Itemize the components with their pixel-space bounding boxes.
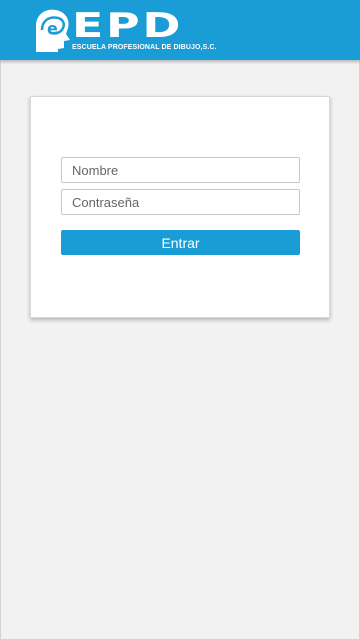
brand-tagline: ESCUELA PROFESIONAL DE DIBUJO,S.C. [72,44,217,51]
login-card: Entrar [30,96,330,318]
brand-name: EPD [72,6,184,46]
login-button[interactable]: Entrar [61,230,300,255]
app-header: e EPD ESCUELA PROFESIONAL DE DIBUJO,S.C. [0,0,360,60]
svg-text:e: e [47,19,58,38]
brand-logo: e EPD ESCUELA PROFESIONAL DE DIBUJO,S.C. [32,6,242,58]
username-input[interactable] [61,157,300,183]
password-input[interactable] [61,189,300,215]
head-profile-logo-icon: e [36,9,70,52]
